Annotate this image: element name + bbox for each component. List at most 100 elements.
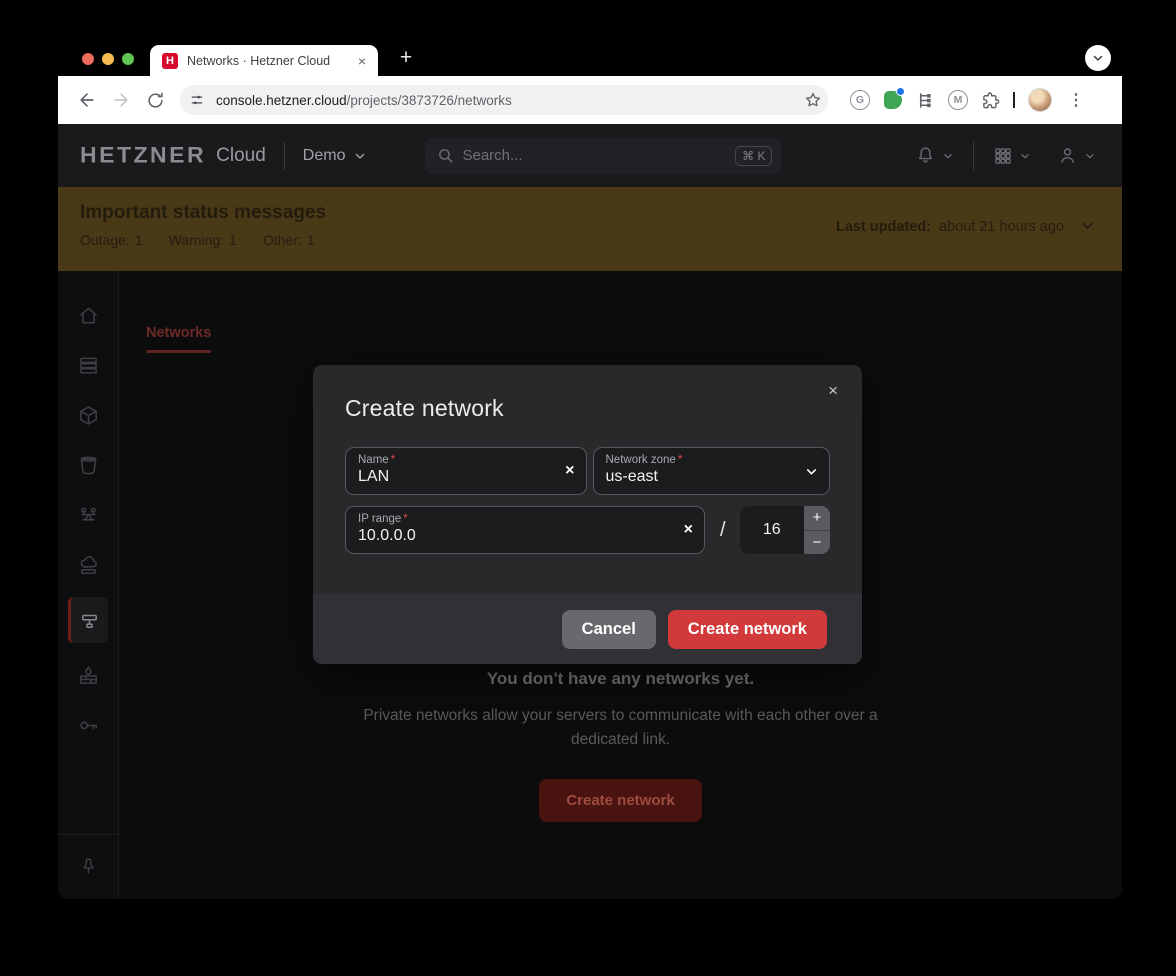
sidebar-item-volumes[interactable] <box>70 397 106 433</box>
tab-close-icon[interactable]: × <box>356 53 368 69</box>
ip-range-field[interactable]: IP range* × <box>345 506 705 554</box>
project-selector[interactable]: Demo <box>303 147 368 165</box>
tree-extension-icon[interactable] <box>916 91 935 110</box>
chevron-down-icon <box>353 149 367 163</box>
profile-avatar[interactable] <box>1028 88 1052 112</box>
reload-button[interactable] <box>142 87 168 113</box>
modal-title: Create network <box>313 365 862 422</box>
warning-stat: Warning:1 <box>169 232 237 248</box>
instapaper-extension-icon[interactable]: M <box>948 90 968 110</box>
user-menu[interactable] <box>1044 145 1100 166</box>
tab-search-button[interactable] <box>1085 45 1111 71</box>
notifications-menu[interactable] <box>902 145 967 166</box>
key-icon <box>77 714 100 737</box>
load-balancer-icon <box>77 504 100 527</box>
network-zone-field[interactable]: Network zone* us-east <box>593 447 831 495</box>
tab-active-underline <box>146 350 211 353</box>
header-divider <box>973 142 974 170</box>
create-network-button[interactable]: Create network <box>668 610 827 649</box>
empty-state-description: Private networks allow your servers to c… <box>332 704 910 752</box>
browser-toolbar: console.hetzner.cloud/projects/3873726/n… <box>58 76 1122 124</box>
sidebar-item-servers[interactable] <box>70 347 106 383</box>
name-field[interactable]: Name* × <box>345 447 587 495</box>
prefix-decrement-button[interactable]: − <box>804 531 830 555</box>
sidebar-pin-button[interactable] <box>70 848 106 884</box>
back-button[interactable] <box>74 87 100 113</box>
empty-create-network-button[interactable]: Create network <box>539 779 701 822</box>
header-divider <box>284 142 285 170</box>
floating-ip-icon <box>77 554 100 577</box>
hetzner-logo: HETZNER <box>80 143 206 169</box>
hetzner-console: HETZNER Cloud Demo Search... ⌘ K <box>58 124 1122 899</box>
sidebar-item-firewalls[interactable] <box>70 657 106 693</box>
extensions-puzzle-icon[interactable] <box>981 91 1000 110</box>
prefix-increment-button[interactable]: + <box>804 506 830 531</box>
modal-close-icon[interactable]: × <box>824 379 842 403</box>
back-arrow-icon <box>77 90 97 110</box>
home-icon <box>77 304 100 327</box>
bell-icon <box>915 145 936 166</box>
url-text: console.hetzner.cloud/projects/3873726/n… <box>216 93 804 108</box>
reload-icon <box>146 91 165 110</box>
chevron-down-icon <box>1092 52 1104 64</box>
cube-icon <box>77 404 100 427</box>
sidebar-item-networks[interactable] <box>68 597 108 643</box>
tab-networks[interactable]: Networks <box>146 325 211 353</box>
grammarly-extension-icon[interactable]: G <box>850 90 870 110</box>
modal-form: Name* × Network zone* us-east IP ran <box>313 447 862 554</box>
tab-networks-label: Networks <box>146 325 211 341</box>
sidebar-item-load-balancers[interactable] <box>70 497 106 533</box>
minimize-window-button[interactable] <box>102 53 114 65</box>
apps-menu[interactable] <box>980 146 1044 166</box>
servers-icon <box>77 354 100 377</box>
pin-icon <box>78 856 99 877</box>
hetzner-favicon: H <box>162 53 178 69</box>
search-input[interactable]: Search... ⌘ K <box>425 138 782 174</box>
ip-range-label: IP range* <box>358 513 670 525</box>
evernote-extension-icon[interactable] <box>883 90 903 110</box>
forward-arrow-icon <box>111 90 131 110</box>
ip-range-input[interactable] <box>358 527 670 545</box>
outage-stat: Outage:1 <box>80 232 143 248</box>
prefix-separator: / <box>720 519 726 542</box>
banner-expand-button[interactable] <box>1079 217 1096 234</box>
empty-state: You don't have any networks yet. Private… <box>119 669 1122 822</box>
cloud-label: Cloud <box>216 145 266 167</box>
sidebar-item-security-keys[interactable] <box>70 707 106 743</box>
search-icon <box>437 147 454 164</box>
search-shortcut-badge: ⌘ K <box>735 146 772 166</box>
grid-icon <box>993 146 1013 166</box>
name-input[interactable] <box>358 468 552 486</box>
toolbar-separator <box>1013 92 1015 108</box>
sidebar-item-home[interactable] <box>70 297 106 333</box>
browser-menu-button[interactable]: ⋮ <box>1065 90 1087 110</box>
browser-tab[interactable]: H Networks · Hetzner Cloud × <box>150 45 378 76</box>
fullscreen-window-button[interactable] <box>122 53 134 65</box>
chevron-down-icon <box>942 150 954 162</box>
extensions-area: G M ⋮ <box>850 88 1087 112</box>
chevron-down-icon <box>1019 150 1031 162</box>
firewall-icon <box>77 664 100 687</box>
sidebar <box>58 271 119 899</box>
url-bar[interactable]: console.hetzner.cloud/projects/3873726/n… <box>180 85 828 115</box>
forward-button[interactable] <box>108 87 134 113</box>
app-header: HETZNER Cloud Demo Search... ⌘ K <box>58 124 1122 187</box>
network-icon <box>78 609 101 632</box>
search-placeholder: Search... <box>462 147 727 164</box>
other-stat: Other:1 <box>263 232 315 248</box>
new-tab-button[interactable]: + <box>392 44 420 72</box>
prefix-value[interactable]: 16 <box>740 506 804 554</box>
bookmark-star-icon[interactable] <box>804 91 822 109</box>
sidebar-item-object-storage[interactable] <box>70 447 106 483</box>
last-updated: Last updated: about 21 hours ago <box>836 219 1064 235</box>
ip-range-clear-icon[interactable]: × <box>684 521 693 539</box>
site-settings-icon[interactable] <box>184 87 210 113</box>
browser-window: H Networks · Hetzner Cloud × + console.h… <box>58 40 1122 899</box>
cancel-button[interactable]: Cancel <box>562 610 656 649</box>
close-window-button[interactable] <box>82 53 94 65</box>
bucket-icon <box>77 454 100 477</box>
name-clear-icon[interactable]: × <box>565 462 574 480</box>
network-zone-select[interactable]: us-east <box>606 468 796 486</box>
sidebar-bottom <box>58 834 118 899</box>
sidebar-item-floating-ips[interactable] <box>70 547 106 583</box>
